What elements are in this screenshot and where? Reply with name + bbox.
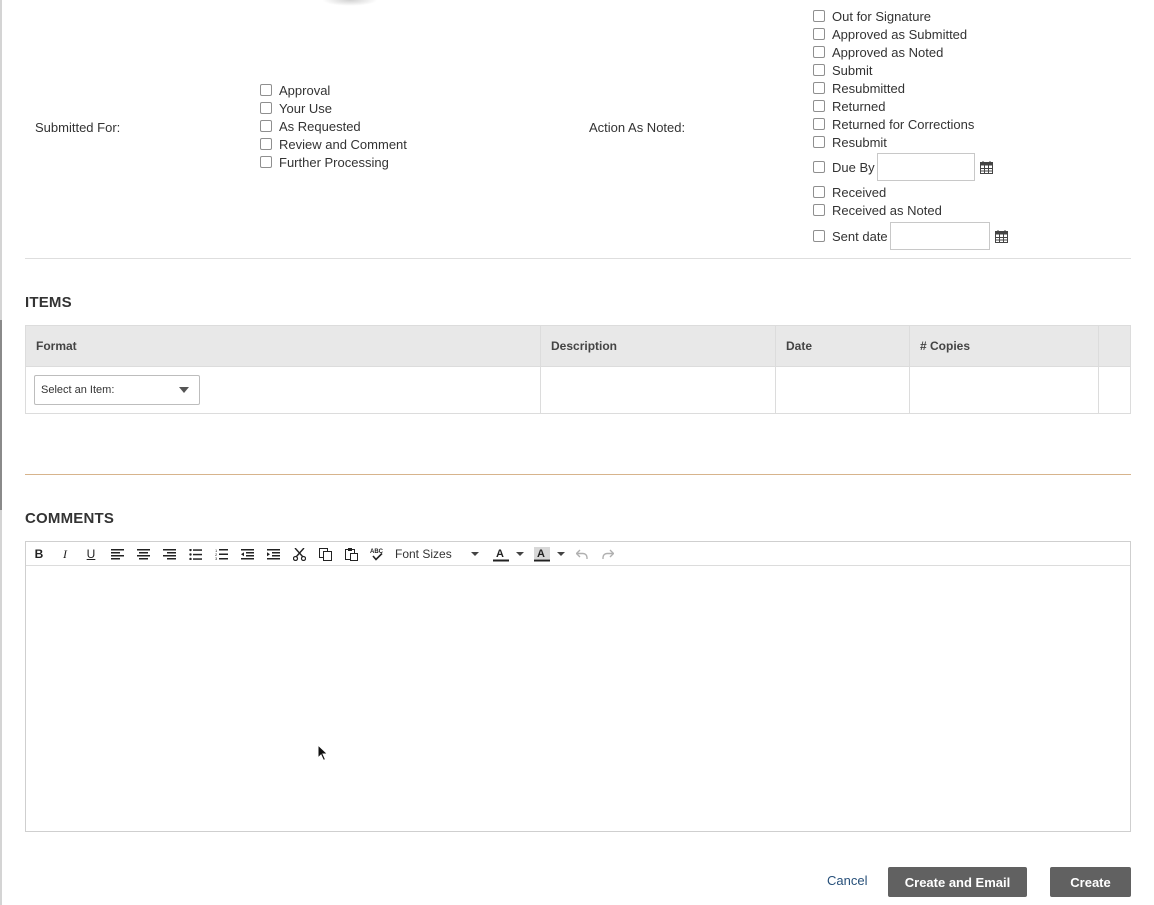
submitted-for-label: Submitted For: (35, 120, 121, 135)
svg-text:A: A (496, 548, 504, 560)
checkbox[interactable] (813, 46, 825, 58)
undo-icon[interactable] (574, 546, 590, 562)
svg-text:3: 3 (215, 556, 218, 560)
option-review-and-comment[interactable]: Review and Comment (260, 135, 407, 153)
option-received-as-noted[interactable]: Received as Noted (813, 201, 1008, 219)
checkbox[interactable] (260, 120, 272, 132)
checkbox[interactable] (260, 84, 272, 96)
checkbox[interactable] (813, 186, 825, 198)
numbered-list-icon[interactable]: 123 (213, 546, 229, 562)
option-returned[interactable]: Returned (813, 97, 1008, 115)
checkbox[interactable] (813, 10, 825, 22)
svg-text:A: A (537, 548, 545, 560)
copy-icon[interactable] (317, 546, 333, 562)
sent-date-input[interactable] (889, 222, 990, 250)
items-table: Format Description Date # Copies Select … (25, 325, 1131, 414)
scroll-shadow (322, 0, 378, 6)
bold-icon[interactable]: B (31, 546, 47, 562)
checkbox[interactable] (813, 230, 825, 242)
bullet-list-icon[interactable] (187, 546, 203, 562)
checkbox[interactable] (260, 102, 272, 114)
comments-text-area[interactable] (26, 566, 1130, 831)
chevron-down-icon (179, 387, 189, 393)
column-separator (540, 326, 541, 413)
checkbox[interactable] (260, 156, 272, 168)
option-resubmit[interactable]: Resubmit (813, 133, 1008, 151)
checkbox[interactable] (813, 82, 825, 94)
chevron-down-icon (471, 552, 479, 556)
outdent-icon[interactable] (239, 546, 255, 562)
text-color-icon[interactable]: A (492, 546, 510, 562)
column-description: Description (551, 339, 618, 353)
checkbox[interactable] (813, 136, 825, 148)
font-sizes-dropdown[interactable]: Font Sizes (395, 546, 481, 562)
option-resubmitted[interactable]: Resubmitted (813, 79, 1008, 97)
align-center-icon[interactable] (135, 546, 151, 562)
indent-icon[interactable] (265, 546, 281, 562)
checkbox[interactable] (813, 118, 825, 130)
option-returned-for-corrections[interactable]: Returned for Corrections (813, 115, 1008, 133)
action-as-noted-options: Out for Signature Approved as Submitted … (813, 7, 1008, 253)
items-heading: ITEMS (25, 294, 72, 311)
due-by-date-input[interactable] (876, 153, 975, 181)
checkbox[interactable] (813, 204, 825, 216)
background-color-icon[interactable]: A (533, 546, 551, 562)
option-further-processing[interactable]: Further Processing (260, 153, 407, 171)
checkbox[interactable] (813, 100, 825, 112)
submitted-for-options: Approval Your Use As Requested Review an… (260, 81, 407, 171)
underline-icon[interactable]: U (83, 546, 99, 562)
column-separator (1098, 326, 1099, 413)
mouse-cursor-icon (317, 743, 329, 767)
option-as-requested[interactable]: As Requested (260, 117, 407, 135)
window-left-edge-shadow (0, 320, 2, 510)
column-date: Date (786, 339, 813, 353)
column-separator (775, 326, 776, 413)
option-out-for-signature[interactable]: Out for Signature (813, 7, 1008, 25)
checkbox[interactable] (813, 161, 825, 173)
column-separator (909, 326, 910, 413)
cut-icon[interactable] (291, 546, 307, 562)
comments-divider (25, 474, 1131, 475)
spellcheck-icon[interactable]: ABC (369, 546, 385, 562)
column-format: Format (36, 339, 77, 353)
action-as-noted-label: Action As Noted: (589, 120, 686, 135)
option-submit[interactable]: Submit (813, 61, 1008, 79)
option-approved-as-submitted[interactable]: Approved as Submitted (813, 25, 1008, 43)
option-approved-as-noted[interactable]: Approved as Noted (813, 43, 1008, 61)
option-sent-date[interactable]: Sent date (813, 219, 1008, 253)
item-format-select[interactable]: Select an Item: (34, 375, 200, 405)
chevron-down-icon[interactable] (516, 552, 524, 556)
column-copies: # Copies (920, 339, 971, 353)
editor-toolbar: B I U 123 ABC Font Sizes A A (26, 542, 1130, 566)
redo-icon[interactable] (600, 546, 616, 562)
option-your-use[interactable]: Your Use (260, 99, 407, 117)
comments-editor: B I U 123 ABC Font Sizes A A (25, 541, 1131, 832)
calendar-icon[interactable] (979, 160, 993, 174)
checkbox[interactable] (813, 64, 825, 76)
paste-icon[interactable] (343, 546, 359, 562)
create-and-email-button[interactable]: Create and Email (888, 867, 1027, 897)
section-divider (25, 258, 1131, 259)
option-received[interactable]: Received (813, 183, 1008, 201)
checkbox[interactable] (813, 28, 825, 40)
comments-heading: COMMENTS (25, 510, 115, 527)
cancel-button[interactable]: Cancel (827, 873, 867, 888)
option-approval[interactable]: Approval (260, 81, 407, 99)
align-right-icon[interactable] (161, 546, 177, 562)
create-button[interactable]: Create (1050, 867, 1131, 897)
align-left-icon[interactable] (109, 546, 125, 562)
checkbox[interactable] (260, 138, 272, 150)
chevron-down-icon[interactable] (557, 552, 565, 556)
option-due-by[interactable]: Due By (813, 151, 1008, 183)
calendar-icon[interactable] (994, 229, 1008, 243)
italic-icon[interactable]: I (57, 546, 73, 562)
